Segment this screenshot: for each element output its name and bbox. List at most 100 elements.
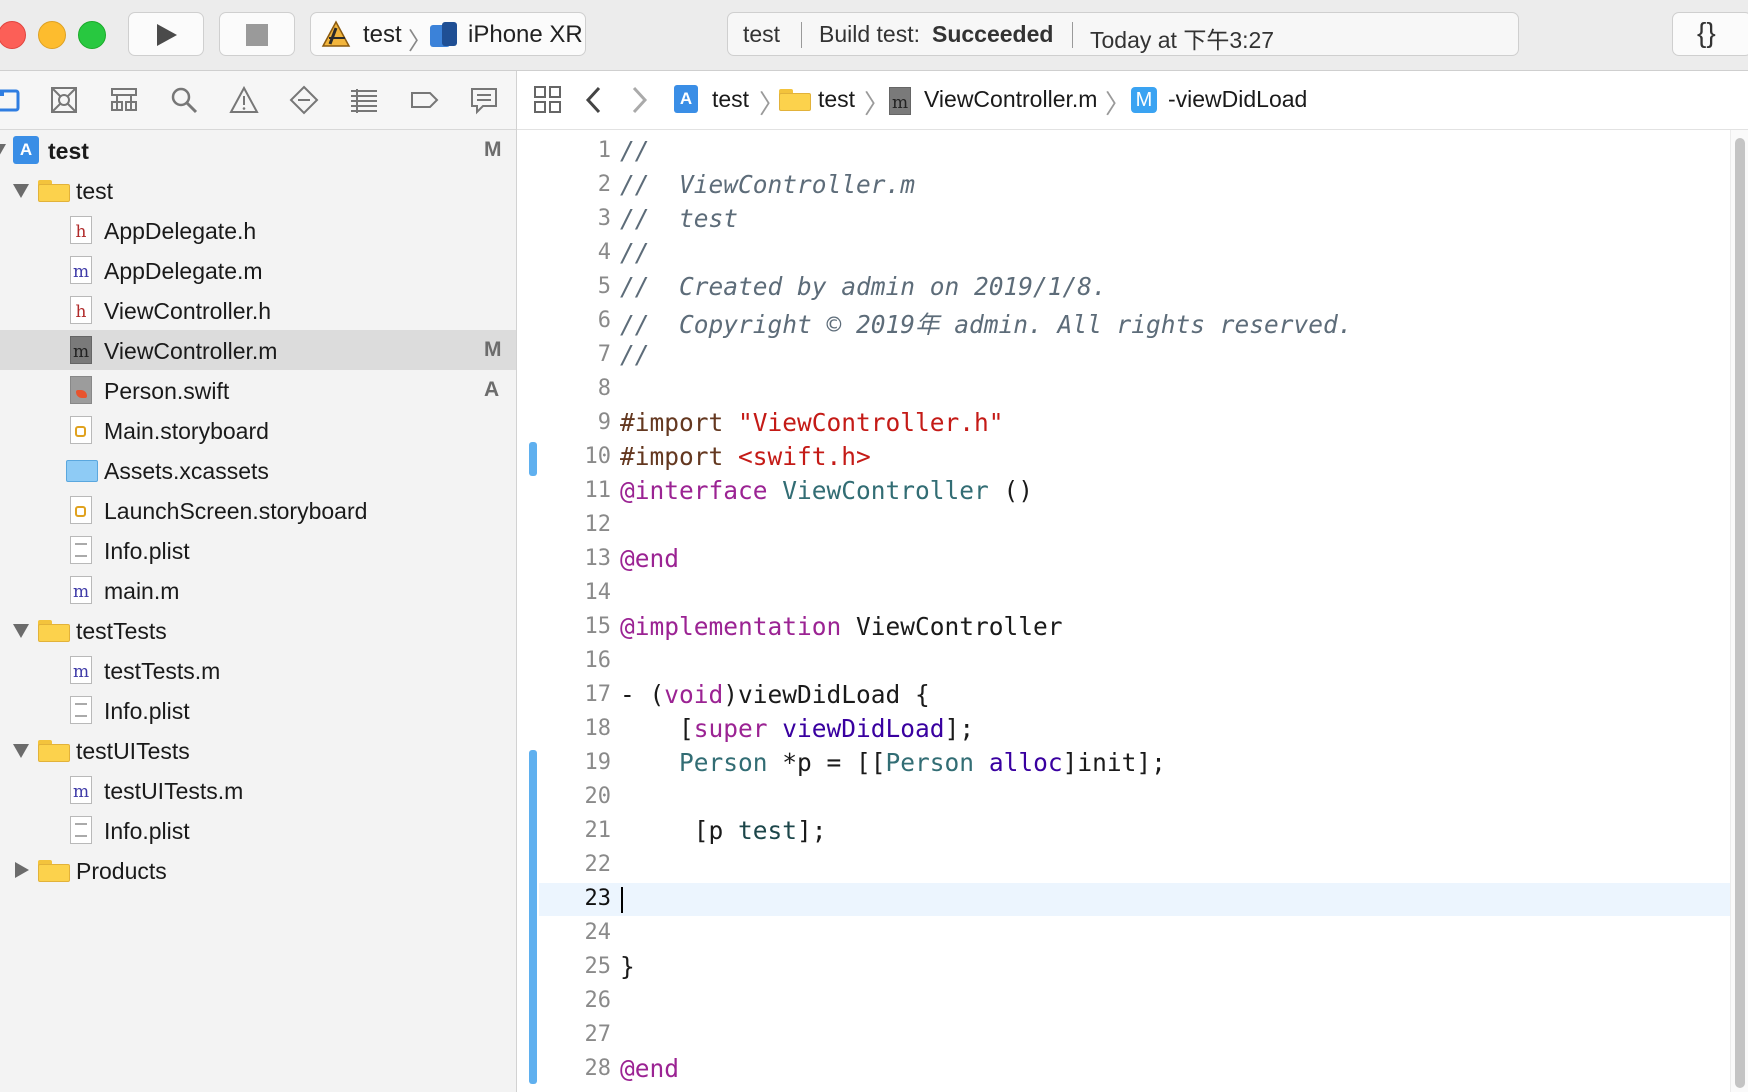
report-speech-icon[interactable] xyxy=(469,85,499,115)
breadcrumb-project[interactable]: test xyxy=(712,86,749,113)
tree-item-label: Person.swift xyxy=(104,378,230,404)
scheme-selector[interactable]: test 〉 iPhone XR xyxy=(310,12,586,56)
tree-item-file[interactable]: Info.plist xyxy=(0,810,516,850)
code-line-implementation: @implementation ViewController xyxy=(620,612,1063,641)
code-text: *p = [[ xyxy=(767,748,886,777)
code-text: )viewDidLoad { xyxy=(723,680,930,709)
import-directive: #import xyxy=(620,408,739,437)
warning-icon[interactable] xyxy=(229,85,259,115)
line-number: 25 xyxy=(584,954,612,979)
tree-item-folder[interactable]: testTests xyxy=(0,610,516,650)
tree-item-file[interactable]: LaunchScreen.storyboard xyxy=(0,490,516,530)
plist-icon xyxy=(70,536,92,564)
folder-icon xyxy=(38,620,70,642)
breakpoint-icon[interactable] xyxy=(409,85,439,115)
code-line-method: - (void)viewDidLoad { xyxy=(620,680,930,709)
debug-list-icon[interactable] xyxy=(349,85,379,115)
source-control-icon[interactable] xyxy=(49,85,79,115)
tree-item-label: Main.storyboard xyxy=(104,418,269,444)
objc-file-icon: m xyxy=(889,87,911,115)
vertical-scrollbar[interactable] xyxy=(1730,130,1748,1092)
tree-item-folder[interactable]: test xyxy=(0,170,516,210)
tree-item-file[interactable]: Person.swift A xyxy=(0,370,516,410)
project-icon: A xyxy=(13,136,39,164)
search-icon[interactable] xyxy=(169,85,199,115)
tree-item-label: Info.plist xyxy=(104,698,190,724)
iphone-device-icon xyxy=(430,22,457,47)
keyword: void xyxy=(664,680,724,709)
breadcrumb-group[interactable]: test xyxy=(818,86,855,113)
code-text: ]; xyxy=(797,816,827,845)
tree-item-file[interactable]: Assets.xcassets xyxy=(0,450,516,490)
line-number: 17 xyxy=(584,682,612,707)
back-arrow-icon[interactable] xyxy=(583,85,605,115)
tree-item-file-selected[interactable]: m ViewController.m M xyxy=(0,330,516,370)
line-number: 21 xyxy=(584,818,612,843)
class-name: Person xyxy=(679,748,768,777)
disclosure-open-icon[interactable] xyxy=(13,744,29,758)
class-name: Person xyxy=(885,748,975,777)
tree-item-file[interactable]: Main.storyboard xyxy=(0,410,516,450)
code-line-comment: // xyxy=(620,136,650,165)
modified-badge: M xyxy=(484,338,502,361)
breadcrumb-file[interactable]: ViewController.m xyxy=(924,86,1097,113)
tree-item-label: Products xyxy=(76,858,167,884)
tree-item-file[interactable]: m AppDelegate.m xyxy=(0,250,516,290)
folder-icon xyxy=(779,89,811,111)
disclosure-open-icon[interactable] xyxy=(13,184,29,198)
code-line-alloc: Person *p = [[Person alloc]init]; xyxy=(620,748,1166,777)
build-status: Succeeded xyxy=(932,21,1054,47)
objc-file-icon: m xyxy=(70,576,92,604)
code-line-test-call: [p test]; xyxy=(620,816,827,845)
project-navigator-pane: A test M test h AppDelegate.h m AppDeleg… xyxy=(0,71,517,1092)
code-line-comment: // Created by admin on 2019/1/8. xyxy=(620,272,1107,301)
line-number: 10 xyxy=(584,444,612,469)
run-button[interactable] xyxy=(128,12,204,56)
code-editor-toggle-button[interactable]: {} xyxy=(1672,12,1748,56)
tree-item-file[interactable]: m testTests.m xyxy=(0,650,516,690)
tree-item-folder[interactable]: testUITests xyxy=(0,730,516,770)
chevron-right-icon: 〉 xyxy=(1105,89,1132,119)
code-line-comment: // xyxy=(620,340,650,369)
folder-navigator-icon[interactable] xyxy=(0,85,22,115)
device-name: iPhone XR xyxy=(468,21,583,48)
tree-item-label: testTests xyxy=(76,618,167,644)
disclosure-open-icon[interactable] xyxy=(0,144,6,158)
source-editor[interactable]: 1 2 3 4 5 6 7 8 9 10 11 12 13 14 15 16 1… xyxy=(517,130,1730,1092)
tree-item-label: test xyxy=(48,138,89,164)
source-change-bar[interactable] xyxy=(529,442,537,476)
close-window-button[interactable] xyxy=(0,21,26,49)
tree-item-file[interactable]: Info.plist xyxy=(0,530,516,570)
code-line-comment: // Copyright © 2019年 admin. All rights r… xyxy=(620,310,1353,339)
related-items-grid-icon[interactable] xyxy=(533,85,563,115)
tree-item-label: ViewController.m xyxy=(104,338,278,364)
code-line-comment: // test xyxy=(620,204,739,233)
tree-item-file[interactable]: h AppDelegate.h xyxy=(0,210,516,250)
disclosure-closed-icon[interactable] xyxy=(15,862,29,878)
line-number-current: 23 xyxy=(584,886,612,911)
forward-arrow-icon[interactable] xyxy=(628,85,650,115)
code-line-import: #import <swift.h> xyxy=(620,442,871,471)
code-line-close-brace: } xyxy=(620,952,635,981)
tree-item-project[interactable]: A test M xyxy=(0,130,516,170)
source-change-bar[interactable] xyxy=(529,750,537,1084)
tree-item-file[interactable]: m main.m xyxy=(0,570,516,610)
disclosure-open-icon[interactable] xyxy=(13,624,29,638)
line-number: 19 xyxy=(584,750,612,775)
test-diamond-icon[interactable] xyxy=(289,85,319,115)
tree-item-file[interactable]: Info.plist xyxy=(0,690,516,730)
line-number: 9 xyxy=(597,410,611,435)
header-file-icon: h xyxy=(70,216,92,244)
stop-button[interactable] xyxy=(219,12,295,56)
minimize-window-button[interactable] xyxy=(38,21,66,49)
scheme-name: test xyxy=(363,21,402,48)
breadcrumb-method[interactable]: -viewDidLoad xyxy=(1168,86,1307,113)
scrollbar-thumb[interactable] xyxy=(1735,138,1745,1088)
tree-item-folder[interactable]: Products xyxy=(0,850,516,890)
activity-divider xyxy=(1072,22,1073,48)
symbol-navigator-icon[interactable] xyxy=(109,85,139,115)
tree-item-file[interactable]: m testUITests.m xyxy=(0,770,516,810)
code-line-comment: // xyxy=(620,238,650,267)
zoom-window-button[interactable] xyxy=(78,21,106,49)
tree-item-file[interactable]: h ViewController.h xyxy=(0,290,516,330)
